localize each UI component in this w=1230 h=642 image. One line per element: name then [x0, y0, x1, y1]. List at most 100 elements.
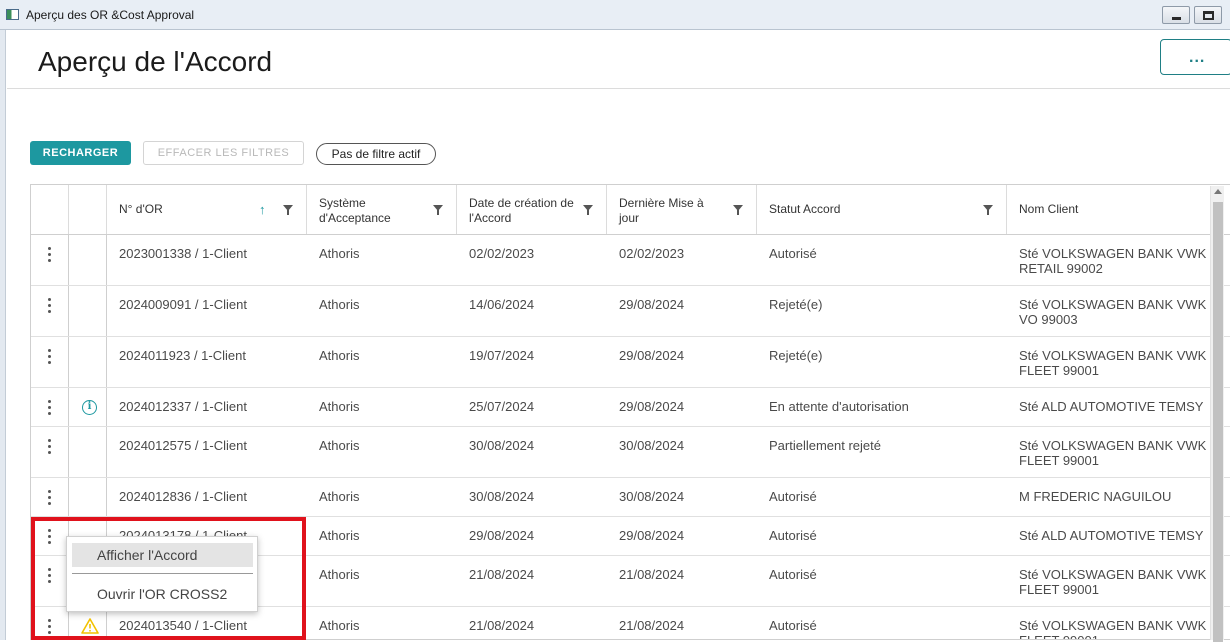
- cell-or-number-text: 2024009091 / 1-Client: [119, 297, 247, 312]
- row-actions-cell: [31, 607, 69, 639]
- column-header-or-number[interactable]: N° d'OR ↑: [107, 185, 307, 234]
- column-label: Statut Accord: [769, 202, 841, 216]
- column-header-client[interactable]: Nom Client: [1007, 185, 1230, 234]
- cell-system-text: Athoris: [319, 489, 360, 504]
- filter-icon[interactable]: [733, 205, 743, 215]
- cell-system-text: Athoris: [319, 618, 360, 633]
- cell-client: Sté VOLKSWAGEN BANK VWK FLEET 99001: [1007, 556, 1230, 606]
- table-row[interactable]: 2023001338 / 1-Client Athoris 02/02/2023 02…: [31, 235, 1230, 286]
- table-row[interactable]: 2024012836 / 1-Client Athoris 30/08/2024 30…: [31, 478, 1230, 517]
- cell-status-text: Autorisé: [769, 618, 817, 633]
- cell-system: Athoris: [307, 607, 457, 639]
- minimize-icon: [1172, 17, 1181, 20]
- more-options-button[interactable]: ...: [1160, 39, 1230, 75]
- cell-system: Athoris: [307, 427, 457, 477]
- column-header-status[interactable]: Statut Accord: [757, 185, 1007, 234]
- cell-system: Athoris: [307, 478, 457, 516]
- cell-status-text: Rejeté(e): [769, 297, 823, 312]
- row-indicator-cell: [69, 286, 107, 336]
- sort-ascending-icon[interactable]: ↑: [259, 202, 266, 217]
- column-label: Date de création de l'Accord: [469, 196, 574, 225]
- cell-created: 21/08/2024: [457, 556, 607, 606]
- cell-status: En attente d'autorisation: [757, 388, 1007, 426]
- info-icon[interactable]: i: [82, 400, 97, 415]
- cell-system: Athoris: [307, 337, 457, 387]
- cell-system: Athoris: [307, 388, 457, 426]
- column-header-created[interactable]: Date de création de l'Accord: [457, 185, 607, 234]
- kebab-menu-icon[interactable]: [48, 619, 52, 635]
- cell-updated: 29/08/2024: [607, 337, 757, 387]
- kebab-menu-icon[interactable]: [48, 247, 52, 263]
- cell-created-text: 21/08/2024: [469, 567, 535, 582]
- clear-filters-button[interactable]: EFFACER LES FILTRES: [143, 141, 304, 165]
- cell-updated-text: 21/08/2024: [619, 567, 685, 582]
- scroll-thumb[interactable]: [1213, 202, 1223, 642]
- cell-updated-text: 30/08/2024: [619, 489, 685, 504]
- maximize-button[interactable]: [1194, 6, 1222, 24]
- column-header-system[interactable]: Système d'Acceptance: [307, 185, 457, 234]
- cell-or-number: 2023001338 / 1-Client: [107, 235, 307, 285]
- menu-item-open-or-cross2[interactable]: Ouvrir l'OR CROSS2: [72, 582, 253, 606]
- cell-or-number-text: 2024011923 / 1-Client: [119, 348, 246, 363]
- kebab-menu-icon[interactable]: [48, 490, 52, 506]
- cell-or-number: 2024012836 / 1-Client: [107, 478, 307, 516]
- column-header-updated[interactable]: Dernière Mise à jour: [607, 185, 757, 234]
- table-row[interactable]: 2024011923 / 1-Client Athoris 19/07/2024 29…: [31, 337, 1230, 388]
- row-indicator-cell: [69, 235, 107, 285]
- row-actions-cell: [31, 235, 69, 285]
- cell-created-text: 14/06/2024: [469, 297, 535, 312]
- filter-status-chip[interactable]: Pas de filtre actif: [316, 143, 436, 165]
- cell-system: Athoris: [307, 517, 457, 555]
- column-label: Système d'Acceptance: [319, 196, 391, 225]
- table-row[interactable]: 2024012575 / 1-Client Athoris 30/08/2024 30…: [31, 427, 1230, 478]
- cell-or-number: 2024012575 / 1-Client: [107, 427, 307, 477]
- cell-updated: 30/08/2024: [607, 478, 757, 516]
- cell-created-text: 30/08/2024: [469, 489, 535, 504]
- cell-system-text: Athoris: [319, 348, 360, 363]
- kebab-menu-icon[interactable]: [48, 400, 52, 416]
- cell-updated-text: 29/08/2024: [619, 348, 685, 363]
- cell-client: Sté ALD AUTOMOTIVE TEMSY: [1007, 517, 1230, 555]
- vertical-scrollbar[interactable]: [1210, 186, 1224, 642]
- warning-icon[interactable]: [81, 618, 99, 634]
- cell-or-number: 2024011923 / 1-Client: [107, 337, 307, 387]
- menu-item-show-accord[interactable]: Afficher l'Accord: [72, 543, 253, 567]
- kebab-menu-icon[interactable]: [48, 349, 52, 365]
- cell-or-number-text: 2024012575 / 1-Client: [119, 438, 247, 453]
- cell-or-number-text: 2023001338 / 1-Client: [119, 246, 247, 261]
- window-title: Aperçu des OR &Cost Approval: [26, 8, 195, 22]
- cell-client: Sté VOLKSWAGEN BANK VWK FLEET 99001: [1007, 337, 1230, 387]
- column-label: Dernière Mise à jour: [619, 196, 704, 225]
- minimize-button[interactable]: [1162, 6, 1190, 24]
- filter-icon[interactable]: [283, 205, 293, 215]
- cell-updated: 30/08/2024: [607, 427, 757, 477]
- table-row[interactable]: 2024009091 / 1-Client Athoris 14/06/2024 29…: [31, 286, 1230, 337]
- kebab-menu-icon[interactable]: [48, 439, 52, 455]
- kebab-menu-icon[interactable]: [48, 298, 52, 314]
- cell-client-text: M FREDERIC NAGUILOU: [1019, 489, 1172, 504]
- cell-updated-text: 21/08/2024: [619, 618, 685, 633]
- row-actions-cell: [31, 478, 69, 516]
- filter-icon[interactable]: [983, 205, 993, 215]
- cell-client-text: Sté VOLKSWAGEN BANK VWK FLEET 99001: [1019, 348, 1207, 378]
- row-indicator-cell: i: [69, 388, 107, 426]
- kebab-menu-icon[interactable]: [48, 568, 52, 584]
- table-row[interactable]: i 2024012337 / 1-Client Athoris 25/07/2024 2…: [31, 388, 1230, 427]
- filter-icon[interactable]: [583, 205, 593, 215]
- reload-button[interactable]: RECHARGER: [30, 141, 131, 165]
- cell-updated: 29/08/2024: [607, 517, 757, 555]
- cell-client: Sté ALD AUTOMOTIVE TEMSY: [1007, 388, 1230, 426]
- cell-or-number-text: 2024012836 / 1-Client: [119, 489, 247, 504]
- cell-updated: 29/08/2024: [607, 286, 757, 336]
- cell-status: Autorisé: [757, 478, 1007, 516]
- cell-created-text: 30/08/2024: [469, 438, 535, 453]
- scroll-up-icon[interactable]: [1214, 189, 1222, 194]
- row-actions-cell: [31, 286, 69, 336]
- cell-status: Partiellement rejeté: [757, 427, 1007, 477]
- filter-icon[interactable]: [433, 205, 443, 215]
- kebab-menu-icon[interactable]: [48, 529, 52, 545]
- page-title: Aperçu de l'Accord: [38, 46, 273, 77]
- row-actions-cell: [31, 427, 69, 477]
- cell-created: 30/08/2024: [457, 478, 607, 516]
- cell-created: 14/06/2024: [457, 286, 607, 336]
